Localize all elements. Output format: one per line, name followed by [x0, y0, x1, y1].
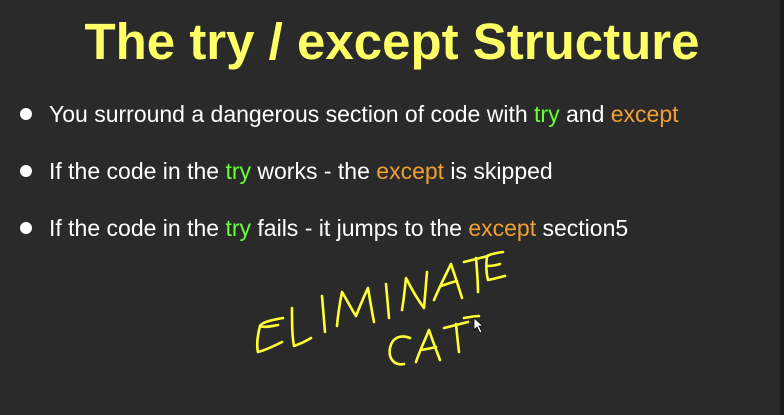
annotation-word-catch	[388, 314, 481, 366]
bullet-3-keyword-try: try	[225, 215, 252, 241]
bullet-text-3: If the code in the try fails - it jumps …	[49, 213, 628, 243]
bullet-dot-icon	[20, 165, 32, 177]
bullet-2-keyword-try: try	[225, 158, 252, 184]
bullet-1-part-1: You surround a dangerous section of code…	[49, 101, 535, 127]
bullet-2-part-1: If the code in the	[49, 158, 226, 184]
bullet-text-2: If the code in the try works - the excep…	[49, 156, 553, 186]
bullet-2-keyword-except: except	[376, 158, 445, 184]
bullet-2-part-5: is skipped	[444, 158, 553, 184]
bullet-3-part-1: If the code in the	[49, 215, 226, 241]
bullet-1-keyword-except: except	[610, 101, 679, 127]
window-edge	[780, 0, 784, 415]
slide-title: The try / except Structure	[84, 13, 700, 70]
bullet-item-3: If the code in the try fails - it jumps …	[20, 213, 780, 247]
bullet-item-2: If the code in the try works - the excep…	[20, 156, 780, 190]
bullet-1-keyword-try: try	[534, 101, 560, 127]
bullet-3-part-5: section5	[536, 215, 629, 241]
bullet-2-part-3: works - the	[251, 158, 377, 184]
annotation-word-eliminate	[255, 250, 507, 354]
cursor-pointer-icon	[473, 317, 485, 334]
bullet-3-keyword-except: except	[468, 215, 537, 241]
bullet-item-1: You surround a dangerous section of code…	[20, 99, 780, 133]
slide: The try / except Structure You surround …	[0, 0, 784, 415]
bullet-dot-icon	[20, 222, 32, 234]
bullet-text-1: You surround a dangerous section of code…	[49, 99, 679, 129]
bullet-1-part-3: and	[559, 101, 611, 127]
bullet-3-part-3: fails - it jumps to the	[251, 215, 469, 241]
bullet-dot-icon	[20, 108, 32, 120]
